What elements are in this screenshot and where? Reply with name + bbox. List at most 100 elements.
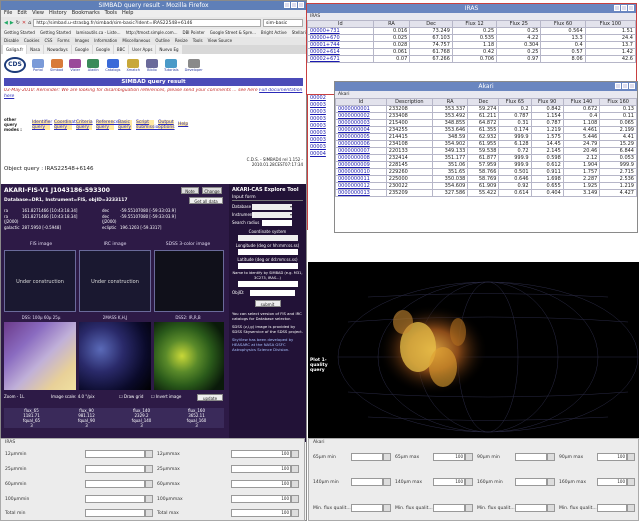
nav-tutorials[interactable]: Tutorials (164, 58, 179, 72)
nav-developer[interactable]: Developer (185, 58, 203, 72)
get-all-data-button[interactable]: Get all data (189, 197, 223, 204)
checkbox-icon[interactable]: ☐ (119, 394, 123, 399)
list-item[interactable]: 00003 (310, 116, 334, 123)
filter-input[interactable] (85, 495, 145, 503)
table-row[interactable]: 00002+671 0.07 67.266 0.706 0.97 8.06 42.6 (307, 55, 636, 63)
table-row[interactable]: 0000000001 233208 353.337 59.274 0.2 0.842 0.6… (335, 105, 637, 113)
col-flux100[interactable]: Flux 100 (584, 20, 636, 28)
tab[interactable]: Nowadays (44, 45, 71, 54)
stepper-icon[interactable] (291, 509, 299, 517)
filter-input[interactable] (515, 453, 547, 461)
col-flux25[interactable]: Flux 25 (496, 20, 542, 28)
table-row[interactable]: 0000000012 230022 354.609 61.909 0.92 0.655 1.… (335, 182, 637, 190)
toolbar-resize[interactable]: Resize (175, 37, 188, 45)
stepper-icon[interactable] (383, 478, 391, 486)
tab[interactable]: Nasa (27, 45, 44, 54)
nav-vizier[interactable]: Vizier (69, 58, 82, 72)
tab[interactable]: BBC (113, 45, 129, 54)
filter-input[interactable] (597, 504, 627, 512)
bookmark-item[interactable]: Bright Active (261, 29, 287, 37)
nav-biblio[interactable]: Biblio (145, 58, 158, 72)
col-flux12[interactable]: Flux 12 (451, 20, 498, 28)
mode-criteria[interactable]: Criteria query (76, 119, 93, 130)
mode-script[interactable]: Script submission (136, 119, 161, 130)
filter-input[interactable]: 100 (231, 465, 291, 473)
forward-icon[interactable]: ▶ (10, 20, 14, 26)
minimize-icon[interactable] (614, 5, 620, 11)
col-description[interactable]: Description (385, 98, 433, 106)
akari-tab-label[interactable]: Akari (335, 91, 637, 98)
col-flux60[interactable]: Flux 60 (540, 20, 586, 28)
image-scale-label[interactable]: Image scale: 4.0 "/pix (51, 394, 95, 399)
filter-input[interactable]: 100 (433, 453, 465, 461)
table-row[interactable]: 00002+614 0.061 61.768 0.42 0.25 0.57 1.42 (307, 48, 636, 56)
list-item[interactable]: 00002 (310, 95, 334, 102)
database-select[interactable]: ▾ (252, 204, 292, 210)
minimize-icon[interactable] (615, 83, 621, 89)
table-row[interactable]: 0000000006 234108 354.902 61.955 6.128 14.45 2… (335, 140, 637, 148)
col-ra[interactable]: RA (372, 20, 411, 28)
close-icon[interactable] (628, 5, 634, 11)
zoom-label[interactable]: Zoom - 1L (4, 394, 24, 399)
bookmark-item[interactable]: Google Street & Spre... (210, 29, 256, 37)
tab[interactable]: Galiga.fr (3, 45, 27, 54)
toolbar-cookies[interactable]: Cookies (24, 37, 40, 45)
instrument-select[interactable]: ▾ (252, 212, 292, 218)
menu-help[interactable]: Help (122, 10, 133, 17)
coord-system-select[interactable] (237, 235, 298, 241)
back-icon[interactable]: ◀ (4, 20, 8, 26)
col-dec[interactable]: Dec (467, 98, 500, 106)
toolbar-outline[interactable]: Outline (155, 37, 169, 45)
stepper-icon[interactable] (465, 478, 473, 486)
col-dec[interactable]: Dec (409, 20, 453, 28)
stop-icon[interactable]: ✕ (22, 20, 26, 26)
latitude-input[interactable] (237, 263, 298, 269)
iras-tab-label[interactable]: IRAS (307, 13, 636, 20)
table-row[interactable]: 0000000003 215400 348.855 64.872 0.31 0.787 1.… (335, 119, 637, 127)
objid-input[interactable] (250, 290, 295, 296)
table-row[interactable]: 0000000010 229260 351.65 58.766 0.501 0.911 1.… (335, 168, 637, 176)
filter-input[interactable] (351, 453, 383, 461)
nav-simbad[interactable]: Simbad (50, 58, 63, 72)
table-row[interactable]: 0000000002 233408 353.492 61.211 0.787 1.154 0… (335, 112, 637, 120)
menu-file[interactable]: File (4, 10, 12, 17)
table-row[interactable]: 0000000013 235209 327.586 55.422 0.614 0.404 3… (335, 189, 637, 197)
list-item[interactable]: 00003 (310, 102, 334, 109)
checkbox-icon[interactable]: ☐ (151, 394, 155, 399)
mode-basic[interactable]: Basic query (118, 119, 132, 130)
stepper-icon[interactable] (291, 495, 299, 503)
table-row[interactable]: 00001+744 0.028 74.757 1.18 0.304 0.4 13.7 (307, 41, 636, 49)
filter-input[interactable]: 100 (231, 495, 291, 503)
stepper-icon[interactable] (547, 504, 555, 512)
table-row[interactable]: 00000+670 0.025 67.103 0.535 4.22 13.3 24.4 (307, 34, 636, 42)
stepper-icon[interactable] (627, 478, 635, 486)
mode-output[interactable]: Output options (158, 119, 175, 130)
list-item[interactable]: 00003 (310, 130, 334, 137)
toolbar-misc[interactable]: Miscellaneous (122, 37, 150, 45)
stepper-icon[interactable] (465, 504, 473, 512)
simbad-name-input[interactable] (237, 281, 298, 287)
table-row[interactable]: 0000000008 232414 351.177 61.877 999.9 0.598 2… (335, 154, 637, 162)
toolbar-information[interactable]: Information (94, 37, 117, 45)
stepper-icon[interactable] (383, 504, 391, 512)
filter-input[interactable] (85, 450, 145, 458)
stepper-icon[interactable] (145, 509, 153, 517)
mode-identifier[interactable]: Identifier query (32, 119, 52, 130)
bookmark-item[interactable]: lamisoutils.ca - Liste... (76, 29, 121, 37)
bookmark-item[interactable]: Getting Started (4, 29, 35, 37)
maximize-icon[interactable] (622, 83, 628, 89)
filter-input[interactable] (433, 504, 465, 512)
toolbar-disable[interactable]: Disable (4, 37, 19, 45)
stepper-icon[interactable] (627, 504, 635, 512)
maximize-icon[interactable] (291, 2, 297, 8)
table-row[interactable]: 0000000011 225000 350.038 58.769 0.646 1.698 2… (335, 175, 637, 183)
stepper-icon[interactable] (465, 453, 473, 461)
filter-input[interactable]: 100 (433, 478, 465, 486)
stepper-icon[interactable] (547, 478, 555, 486)
stepper-icon[interactable] (291, 450, 299, 458)
url-bar[interactable]: http://simbad.u-strasbg.fr/simbad/sim-ba… (33, 19, 261, 27)
col-flux160[interactable]: Flux 160 (599, 98, 637, 106)
search-box[interactable]: sim-basic (263, 19, 303, 27)
filter-input[interactable] (351, 478, 383, 486)
filter-input[interactable]: 100 (231, 509, 291, 517)
